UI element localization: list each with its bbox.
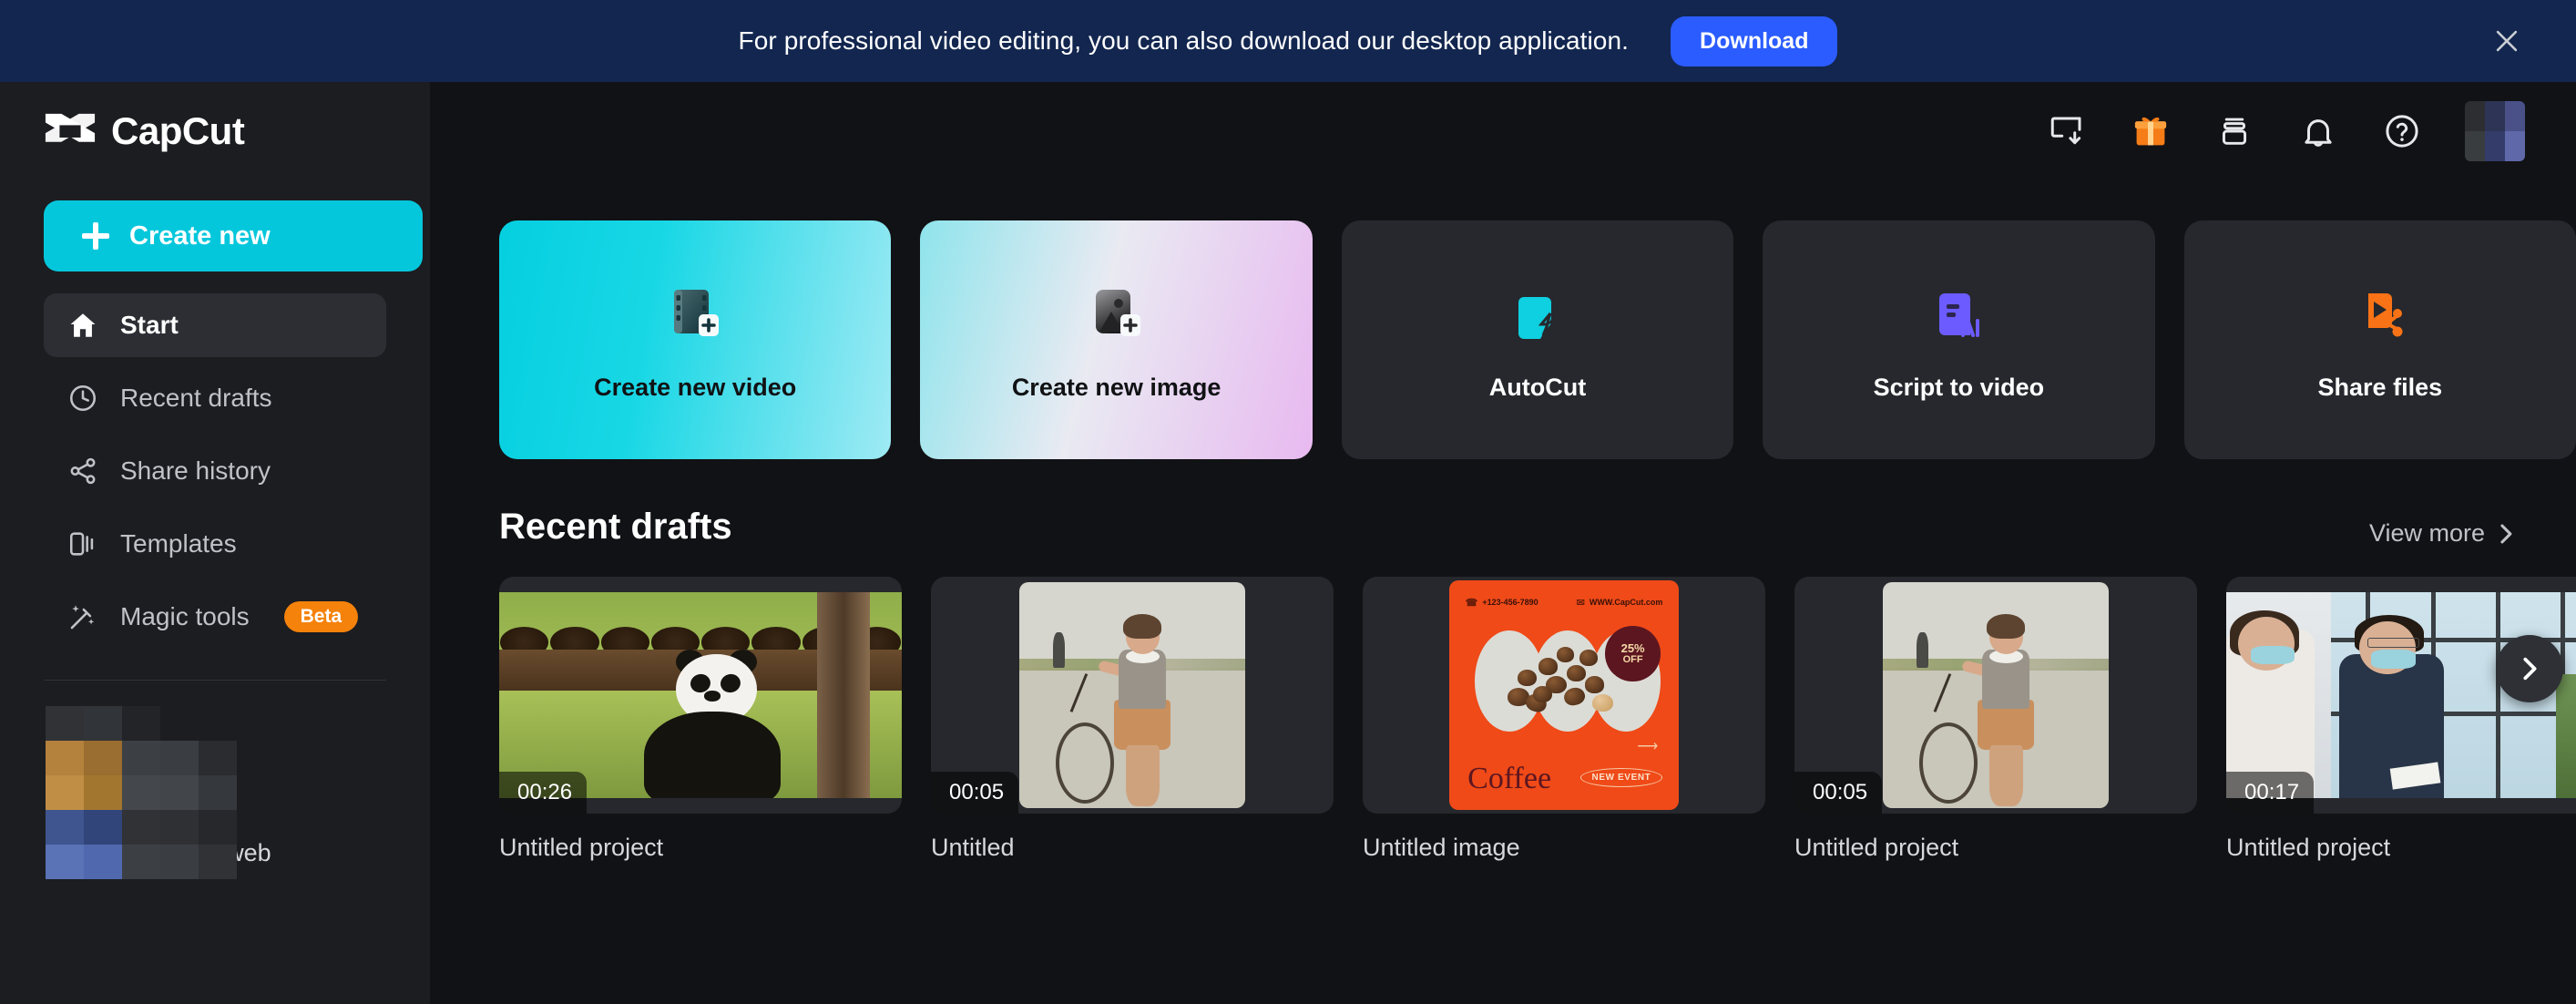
page-title: Recent drafts: [499, 507, 732, 547]
status-badge: Beta: [283, 601, 359, 632]
sidebar: CapCut Create new Start Recent drafts Sh…: [0, 82, 430, 1004]
sidebar-divider: [44, 680, 386, 681]
chevron-right-icon: [2523, 657, 2537, 681]
card-label: Create new image: [1011, 373, 1222, 401]
sidebar-item-recent-drafts[interactable]: Recent drafts: [44, 366, 386, 430]
sidebar-item-label: Share history: [120, 456, 271, 485]
recent-drafts-list: 00:26 Untitled project 00:05 Untitled ☎ …: [430, 548, 2576, 862]
mail-icon: ✉: [1576, 597, 1585, 609]
poster-tag: NEW EVENT: [1579, 767, 1663, 787]
card-label: Share files: [2317, 373, 2443, 401]
card-label: Create new video: [594, 373, 797, 401]
poster-headline: Coffee: [1467, 761, 1552, 795]
sidebar-item-label: Start: [120, 311, 179, 339]
duration-badge: 00:05: [931, 772, 1019, 814]
thumbnail-media: [499, 592, 902, 798]
share-files-icon: [2345, 279, 2416, 350]
create-new-label: Create new: [129, 220, 271, 251]
create-new-video-card[interactable]: Create new video: [499, 220, 892, 459]
create-new-button[interactable]: Create new: [44, 200, 423, 271]
thumbnail-media: ☎ +123-456-7890 ✉ WWW.CapCut.com 25% OFF…: [1449, 580, 1679, 810]
draft-title: Untitled project: [499, 834, 664, 861]
draft-title: Untitled: [931, 834, 1015, 861]
script-ai-icon: [1923, 279, 1994, 350]
brand-logo[interactable]: CapCut: [27, 82, 403, 180]
create-new-image-card[interactable]: Create new image: [920, 220, 1313, 459]
draft-thumbnail[interactable]: 00:05: [931, 577, 1334, 814]
script-to-video-card[interactable]: Script to video: [1763, 220, 2155, 459]
gift-icon[interactable]: [2130, 110, 2172, 152]
main-content: Create new video Create new image AutoCu…: [430, 82, 2576, 1004]
brand-name: CapCut: [111, 109, 245, 152]
image-plus-icon: [1081, 279, 1152, 350]
arrow-icon: ⟶: [1637, 738, 1659, 754]
templates-icon: [67, 528, 98, 559]
autocut-icon: [1502, 279, 1573, 350]
draft-card[interactable]: ☎ +123-456-7890 ✉ WWW.CapCut.com 25% OFF…: [1363, 577, 1765, 862]
help-icon[interactable]: [2381, 110, 2423, 152]
draft-title: Untitled image: [1363, 834, 1520, 861]
pixelated-censor-overlay: [46, 706, 237, 879]
recent-drafts-header: Recent drafts View more: [430, 459, 2576, 548]
draft-thumbnail[interactable]: 00:05: [1794, 577, 2197, 814]
download-desktop-button[interactable]: Download: [1671, 15, 1838, 67]
avatar[interactable]: [2465, 101, 2525, 161]
promo-banner: For professional video editing, you can …: [0, 0, 2576, 82]
bell-icon[interactable]: [2297, 110, 2339, 152]
draft-thumbnail[interactable]: ☎ +123-456-7890 ✉ WWW.CapCut.com 25% OFF…: [1363, 577, 1765, 814]
thumbnail-media: [1883, 582, 2109, 808]
card-label: AutoCut: [1488, 373, 1587, 401]
chevron-right-icon: [2500, 524, 2512, 543]
draft-card[interactable]: 00:17 Untitled project: [2226, 577, 2576, 862]
draft-title: Untitled project: [1794, 834, 1959, 861]
sidebar-item-share-history[interactable]: Share history: [44, 439, 386, 503]
home-icon: [67, 310, 98, 341]
view-more-button[interactable]: View more: [2369, 519, 2516, 548]
sidebar-nav: Start Recent drafts Share history Templa…: [27, 293, 403, 649]
view-more-label: View more: [2368, 519, 2485, 547]
desktop-download-icon[interactable]: [2046, 110, 2088, 152]
draft-card[interactable]: 00:05 Untitled: [931, 577, 1334, 862]
card-label: Script to video: [1873, 373, 2045, 401]
autocut-card[interactable]: AutoCut: [1341, 220, 1734, 459]
duration-badge: 00:26: [499, 772, 588, 814]
poster-phone: ☎ +123-456-7890: [1465, 597, 1538, 609]
thumbnail-media: [1019, 582, 1245, 808]
sidebar-item-label: Templates: [120, 529, 237, 558]
share-files-card[interactable]: Share files: [2183, 220, 2576, 459]
share-icon: [67, 456, 98, 487]
plus-icon: [82, 222, 109, 250]
close-icon[interactable]: [2489, 23, 2525, 59]
duration-badge: 00:17: [2226, 772, 2315, 814]
topbar: [430, 82, 2576, 180]
phone-icon: ☎: [1465, 597, 1478, 609]
carousel-next-button[interactable]: [2496, 635, 2563, 702]
promo-banner-text: For professional video editing, you can …: [738, 26, 1630, 55]
poster-website: ✉ WWW.CapCut.com: [1576, 597, 1663, 609]
action-cards-row: Create new video Create new image AutoCu…: [430, 180, 2576, 459]
sidebar-item-start[interactable]: Start: [44, 293, 386, 357]
sidebar-item-magic-tools[interactable]: Magic tools Beta: [44, 585, 386, 649]
discount-badge: 25% OFF: [1605, 626, 1661, 681]
cloud-storage-icon[interactable]: [2213, 110, 2255, 152]
duration-badge: 00:05: [1794, 772, 1883, 814]
draft-thumbnail[interactable]: 00:26: [499, 577, 902, 814]
sidebar-item-label: Magic tools: [120, 602, 250, 630]
clock-icon: [67, 383, 98, 414]
draft-card[interactable]: 00:05 Untitled project: [1794, 577, 2197, 862]
draft-card[interactable]: 00:26 Untitled project: [499, 577, 902, 862]
draft-title: Untitled project: [2226, 834, 2391, 861]
spaces-list: space space – web: [27, 706, 403, 890]
capcut-logo-icon: [44, 110, 97, 152]
sidebar-item-label: Recent drafts: [120, 384, 272, 412]
sidebar-item-templates[interactable]: Templates: [44, 512, 386, 576]
magic-wand-icon: [67, 601, 98, 632]
film-plus-icon: [659, 279, 731, 350]
